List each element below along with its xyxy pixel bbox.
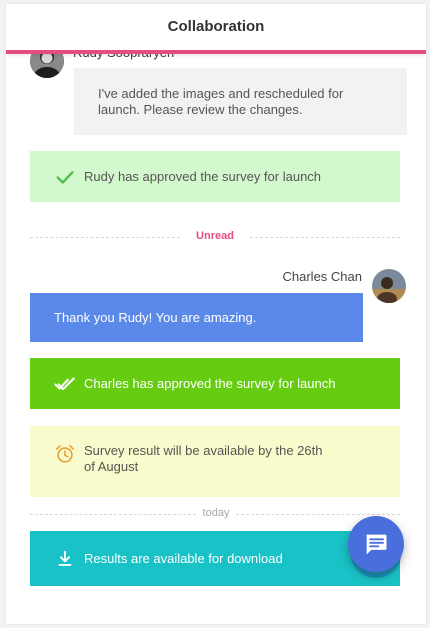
avatar-charles[interactable] — [372, 269, 406, 303]
unread-divider-left — [30, 237, 180, 238]
banner-charles-approved: Charles has approved the survey for laun… — [30, 358, 400, 409]
avatar-charles-image — [372, 269, 406, 303]
sender-name-charles: Charles Chan — [282, 269, 363, 284]
banner-rudy-approved-text: Rudy has approved the survey for launch — [84, 169, 322, 184]
banner-results-download-text: Results are available for download — [84, 551, 283, 566]
message-bubble-charles: Thank you Rudy! You are amazing. — [30, 293, 363, 342]
chat-icon — [366, 534, 387, 555]
check-icon — [56, 170, 74, 184]
banner-survey-result-text: Survey result will be available by the 2… — [84, 443, 323, 474]
banner-results-download[interactable]: Results are available for download — [30, 531, 400, 586]
double-check-icon — [54, 376, 75, 390]
panel-header: Collaboration — [6, 4, 426, 54]
banner-charles-approved-text: Charles has approved the survey for laun… — [84, 376, 336, 391]
chat-fab-button[interactable] — [348, 516, 404, 572]
unread-divider-label: Unread — [196, 230, 234, 242]
unread-divider-right — [250, 237, 400, 238]
message-bubble-rudy: I've added the images and rescheduled fo… — [74, 68, 407, 135]
banner-rudy-approved: Rudy has approved the survey for launch — [30, 151, 400, 202]
today-divider-right — [236, 514, 400, 515]
banner-survey-result: Survey result will be available by the 2… — [30, 426, 400, 497]
message-text-rudy: I've added the images and rescheduled fo… — [98, 86, 344, 117]
today-divider-label: today — [202, 507, 230, 519]
message-text-charles: Thank you Rudy! You are amazing. — [54, 310, 257, 325]
page-title: Collaboration — [167, 18, 265, 35]
alarm-clock-icon — [55, 445, 75, 463]
download-icon — [58, 550, 72, 566]
today-divider-left — [30, 514, 196, 515]
